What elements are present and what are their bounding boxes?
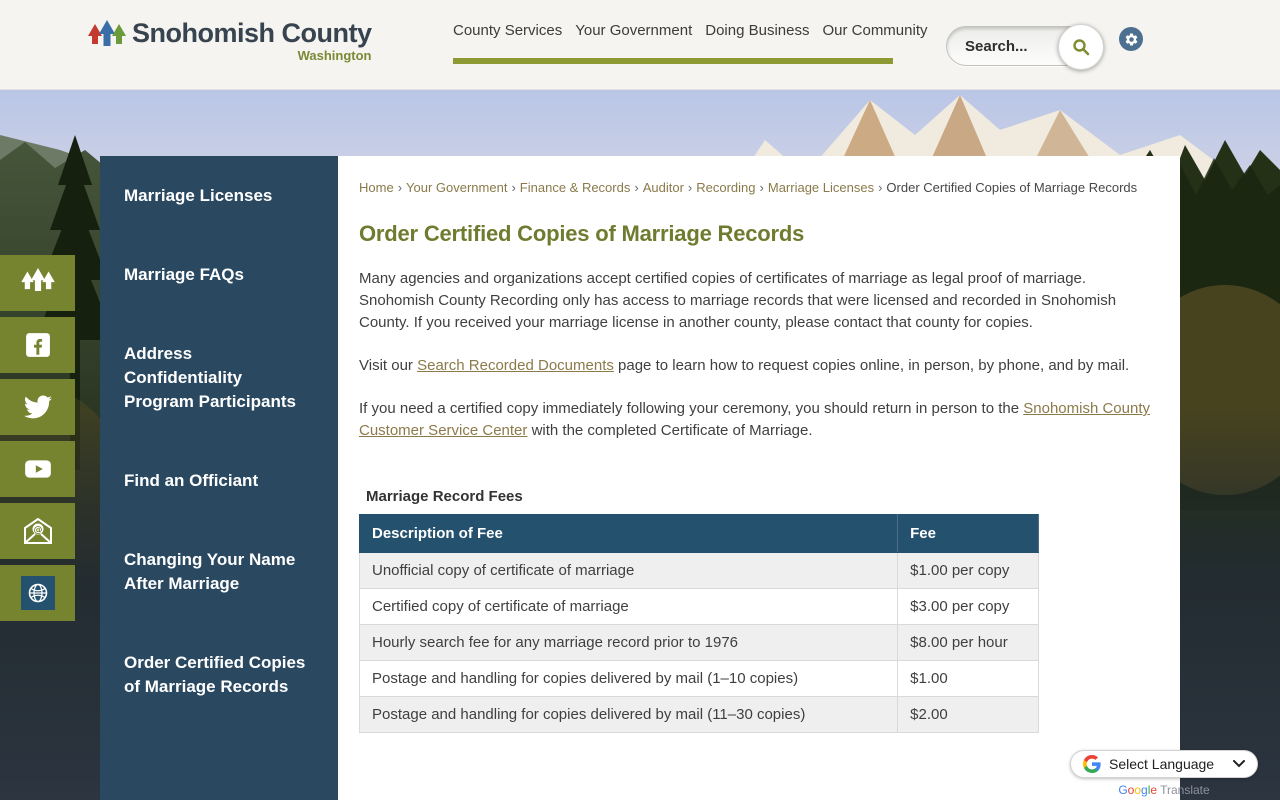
chevron-down-icon [1233, 760, 1245, 768]
fee-description: Unofficial copy of certificate of marria… [358, 552, 899, 589]
search-button[interactable] [1058, 24, 1104, 70]
brand-letter: g [1141, 783, 1148, 797]
site-header: Snohomish County Washington County Servi… [0, 0, 1280, 90]
fee-amount: $3.00 per copy [897, 588, 1039, 625]
table-row: Postage and handling for copies delivere… [358, 660, 1039, 697]
section-sidebar: Marriage Licenses Marriage FAQs Address … [100, 156, 338, 800]
top-navigation: County Services Your Government Doing Bu… [453, 22, 928, 39]
county-trees-icon [88, 20, 126, 46]
table-row: Unofficial copy of certificate of marria… [358, 552, 1039, 589]
email-newsletter-link[interactable]: @ [0, 503, 75, 559]
brand-word: Translate [1160, 783, 1210, 797]
paragraph-text: page to learn how to request copies onli… [613, 357, 1130, 374]
table-row: Hourly search fee for any marriage recor… [358, 624, 1039, 661]
globe-icon [28, 583, 47, 603]
twitter-link[interactable] [0, 379, 75, 435]
paragraph-text: with the completed Certificate of Marria… [527, 422, 813, 439]
breadcrumb-current: Order Certified Copies of Marriage Recor… [886, 180, 1138, 195]
breadcrumb-separator: › [397, 180, 403, 195]
google-translate-attribution: Google Translate [1070, 783, 1258, 797]
email-newsletter-icon: @ [23, 518, 52, 544]
paragraph-text: If you need a certified copy immediately… [359, 400, 1024, 417]
fee-description: Postage and handling for copies delivere… [358, 696, 899, 733]
breadcrumb-finance-records[interactable]: Finance & Records [520, 180, 631, 195]
fee-amount: $1.00 per copy [897, 552, 1039, 589]
fees-header-description: Description of Fee [358, 514, 899, 553]
site-logo[interactable]: Snohomish County Washington [88, 18, 372, 63]
nav-underline-bar [453, 58, 893, 64]
breadcrumb-separator: › [878, 180, 883, 195]
sidebar-item-order-certified-copies[interactable]: Order Certified Copies of Marriage Recor… [124, 651, 312, 699]
fees-section: Marriage Record Fees Description of Fee … [358, 488, 1158, 733]
fee-description: Hourly search fee for any marriage recor… [358, 624, 899, 661]
breadcrumb-separator: › [634, 180, 639, 195]
intro-paragraph: Many agencies and organizations accept c… [359, 270, 1117, 331]
fees-table: Description of Fee Fee Unofficial copy o… [358, 514, 1039, 733]
twitter-icon [23, 395, 52, 419]
customer-service-paragraph: If you need a certified copy immediately… [359, 398, 1155, 442]
breadcrumb-auditor[interactable]: Auditor [643, 180, 684, 195]
gear-icon [1125, 32, 1137, 45]
fee-amount: $2.00 [897, 696, 1039, 733]
nav-your-government[interactable]: Your Government [575, 22, 692, 39]
breadcrumb-separator: › [511, 180, 516, 195]
fee-description: Postage and handling for copies delivere… [358, 660, 899, 697]
sidebar-item-marriage-faqs[interactable]: Marriage FAQs [124, 263, 312, 287]
paragraph-text: Visit our [359, 357, 418, 374]
table-row: Postage and handling for copies delivere… [358, 696, 1039, 733]
county-site-link[interactable] [0, 255, 75, 311]
fees-table-caption: Marriage Record Fees [366, 488, 523, 505]
language-select[interactable]: Select Language [1070, 750, 1258, 778]
translate-globe-link[interactable] [0, 565, 75, 621]
sidebar-item-marriage-licenses[interactable]: Marriage Licenses [124, 184, 312, 208]
page-title: Order Certified Copies of Marriage Recor… [359, 221, 805, 246]
search-input[interactable] [965, 37, 1065, 55]
breadcrumb-marriage-licenses[interactable]: Marriage Licenses [768, 180, 874, 195]
main-content: Home › Your Government › Finance & Records › A… [338, 156, 1180, 800]
logo-title: Snohomish County [132, 18, 372, 48]
search-box [946, 24, 1104, 70]
brand-letter: G [1118, 783, 1128, 797]
fee-amount: $1.00 [897, 660, 1039, 697]
nav-doing-business[interactable]: Doing Business [705, 22, 809, 39]
language-select-label: Select Language [1109, 756, 1215, 772]
social-rail: @ [0, 255, 75, 627]
sidebar-item-address-confidentiality[interactable]: Address Confidentiality Program Particip… [124, 342, 312, 414]
globe-tile [20, 576, 55, 610]
fee-amount: $8.00 per hour [897, 624, 1039, 661]
youtube-link[interactable] [0, 441, 75, 497]
sidebar-item-find-officiant[interactable]: Find an Officiant [124, 469, 312, 493]
site-tools-button[interactable] [1119, 27, 1143, 51]
youtube-icon [24, 460, 51, 478]
table-row: Certified copy of certificate of marriag… [358, 588, 1039, 625]
county-trees-icon [20, 268, 55, 291]
nav-county-services[interactable]: County Services [453, 22, 562, 39]
breadcrumb-separator: › [759, 180, 764, 195]
breadcrumb-your-government[interactable]: Your Government [406, 180, 507, 195]
search-documents-paragraph: Visit our Search Recorded Documents page… [359, 355, 1155, 377]
nav-our-community[interactable]: Our Community [822, 22, 927, 39]
search-icon [1073, 39, 1090, 56]
sidebar-item-changing-name[interactable]: Changing Your Name After Marriage [124, 548, 312, 596]
breadcrumb-home[interactable]: Home [359, 180, 394, 195]
breadcrumb-recording[interactable]: Recording [696, 180, 755, 195]
breadcrumb: Home › Your Government › Finance & Records › A… [359, 180, 1158, 195]
google-translate-widget: Select Language Google Translate [1070, 750, 1258, 797]
fee-description: Certified copy of certificate of marriag… [358, 588, 899, 625]
search-recorded-documents-link[interactable]: Search Recorded Documents [417, 357, 614, 374]
fees-header-fee: Fee [897, 514, 1039, 553]
google-g-icon [1083, 755, 1101, 773]
facebook-icon [25, 333, 50, 357]
logo-subtitle: Washington [297, 48, 372, 63]
breadcrumb-separator: › [687, 180, 693, 195]
facebook-link[interactable] [0, 317, 75, 373]
brand-letter: e [1150, 783, 1158, 797]
